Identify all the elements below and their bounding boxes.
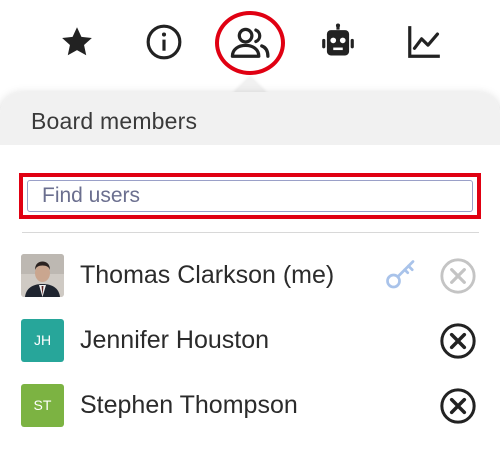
avatar[interactable]: ST [21,383,64,427]
remove-member-button[interactable] [437,320,479,362]
board-members-popover: Board members Thomas Clarkson (me) [0,92,500,456]
statistics-button[interactable] [394,12,454,72]
chart-icon [408,26,440,58]
member-row-thomas-clarkson: Thomas Clarkson (me) [21,253,481,297]
member-row-stephen-thompson: ST Stephen Thompson [21,383,481,427]
info-button[interactable] [134,12,194,72]
info-icon [146,24,182,60]
board-screen: Board members Thomas Clarkson (me) [0,0,500,456]
robot-icon [322,23,354,56]
find-users-input[interactable] [27,180,473,212]
avatar[interactable]: JH [21,318,64,362]
star-icon [62,27,92,56]
remove-icon [440,323,476,359]
members-button[interactable] [215,11,285,75]
popover-title: Board members [31,108,198,134]
member-row-jennifer-houston: JH Jennifer Houston [21,318,481,362]
member-name: Thomas Clarkson (me) [80,260,335,289]
members-icon [230,27,270,58]
favorite-button[interactable] [47,12,107,72]
member-name: Stephen Thompson [80,390,298,419]
remove-member-button-disabled [437,255,479,297]
popover-header: Board members [0,92,500,145]
remove-icon [440,388,476,424]
automation-button[interactable] [308,12,368,72]
remove-icon [440,258,476,294]
remove-member-button[interactable] [437,385,479,427]
member-name: Jennifer Houston [80,325,270,354]
search-highlight [19,173,481,219]
avatar[interactable] [21,253,64,297]
user-photo-icon [21,253,64,297]
divider [22,232,479,233]
admin-key-icon [379,255,423,295]
